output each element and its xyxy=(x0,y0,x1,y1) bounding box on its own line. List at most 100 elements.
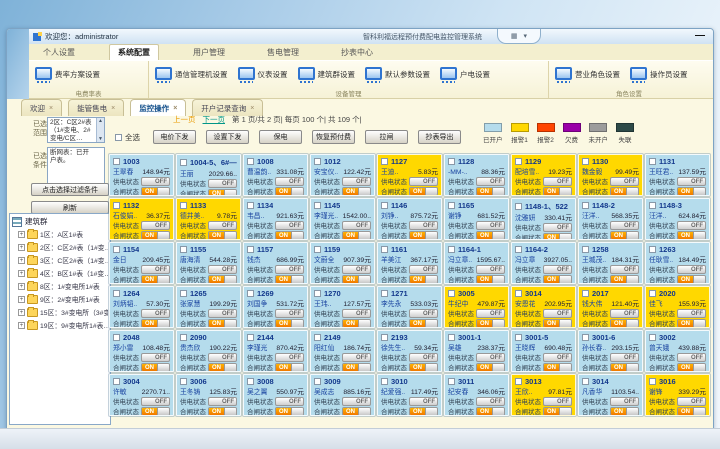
meter-card[interactable]: 2020 佳飞 155.93元 供电状态 OFF 合闸状态 ON xyxy=(645,286,710,328)
card-checkbox[interactable] xyxy=(113,378,120,385)
card-checkbox[interactable] xyxy=(247,290,254,297)
card-checkbox[interactable] xyxy=(247,334,254,341)
supply-toggle[interactable]: OFF xyxy=(543,309,572,318)
card-checkbox[interactable] xyxy=(649,246,656,253)
expand-icon[interactable]: + xyxy=(18,270,25,277)
expand-icon[interactable]: + xyxy=(18,296,25,303)
meter-card[interactable]: 3002 曾天娥 439.88元 供电状态 OFF 合闸状态 ON xyxy=(645,330,710,372)
meter-card[interactable]: 3001-6 孙长春.. 293.15元 供电状态 OFF 合闸状态 ON xyxy=(578,330,643,372)
supply-toggle[interactable]: OFF xyxy=(677,265,706,274)
meter-card[interactable]: 1271 李先永 533.03元 供电状态 OFF 合闸状态 ON xyxy=(377,286,442,328)
tree-item[interactable]: + 8区：1#变电所1#表 xyxy=(18,281,108,291)
card-checkbox[interactable] xyxy=(314,158,321,165)
gate-toggle[interactable]: ON xyxy=(208,363,237,372)
collapse-ribbon-icon[interactable]: ▾ xyxy=(524,32,528,40)
card-checkbox[interactable] xyxy=(180,378,187,385)
gate-toggle[interactable]: ON xyxy=(141,319,170,328)
card-checkbox[interactable] xyxy=(515,158,522,165)
tree-item[interactable]: + 1区：A区1#表 xyxy=(18,229,108,239)
card-checkbox[interactable] xyxy=(649,334,656,341)
meter-card[interactable]: 1145 李瑾光.. 1542.00.. 供电状态 OFF 合闸状态 ON xyxy=(310,198,375,240)
meter-card[interactable]: 1154 金日 209.45元 供电状态 OFF 合闸状态 ON xyxy=(109,242,174,284)
gate-toggle[interactable]: ON xyxy=(409,275,438,284)
card-checkbox[interactable] xyxy=(381,202,388,209)
gate-toggle[interactable]: ON xyxy=(141,363,170,372)
meter-card[interactable]: 3014 安恩花 202.95元 供电状态 OFF 合闸状态 ON xyxy=(511,286,576,328)
card-checkbox[interactable] xyxy=(381,378,388,385)
expand-icon[interactable]: + xyxy=(18,231,25,238)
close-icon[interactable]: × xyxy=(250,105,254,112)
gate-toggle[interactable]: ON xyxy=(476,187,505,196)
ribbon-tab[interactable]: 用户管理 xyxy=(185,45,233,60)
meter-card[interactable]: 3011 纪安春 346.06元 供电状态 OFF 合闸状态 ON xyxy=(444,374,509,416)
meter-card[interactable]: 2193 徐先生.. 59.34元 供电状态 OFF 合闸状态 ON xyxy=(377,330,442,372)
meter-card[interactable]: 2144 李瑾光 870.42元 供电状态 OFF 合闸状态 ON xyxy=(243,330,308,372)
supply-toggle[interactable]: OFF xyxy=(208,221,237,230)
action-button[interactable]: 恢复预付费 xyxy=(312,130,355,144)
supply-toggle[interactable]: OFF xyxy=(677,177,706,186)
supply-toggle[interactable]: OFF xyxy=(677,353,706,362)
gate-toggle[interactable]: ON xyxy=(208,189,237,197)
ribbon-tab[interactable]: 售电管理 xyxy=(259,45,307,60)
prev-page-link[interactable]: 上一页 xyxy=(173,114,196,125)
card-checkbox[interactable] xyxy=(582,290,589,297)
choose-filter-button[interactable]: 点击选择过滤条件 xyxy=(31,183,109,196)
meter-card[interactable]: 3006 王冬铸 125.83元 供电状态 OFF 合闸状态 ON xyxy=(176,374,241,416)
gate-toggle[interactable]: ON xyxy=(677,231,706,240)
gate-toggle[interactable]: ON xyxy=(208,319,237,328)
ribbon-button[interactable]: 仪表设置 xyxy=(238,67,288,83)
supply-toggle[interactable]: OFF xyxy=(476,221,505,230)
gate-toggle[interactable]: ON xyxy=(610,275,639,284)
expand-icon[interactable]: + xyxy=(18,283,25,290)
gate-toggle[interactable]: ON xyxy=(409,363,438,372)
meter-card[interactable]: 1269 刘国争 531.72元 供电状态 OFF 合闸状态 ON xyxy=(243,286,308,328)
supply-toggle[interactable]: OFF xyxy=(141,265,170,274)
card-checkbox[interactable] xyxy=(448,246,455,253)
supply-toggle[interactable]: OFF xyxy=(208,309,237,318)
supply-toggle[interactable]: OFF xyxy=(141,397,170,406)
gate-toggle[interactable]: ON xyxy=(342,363,371,372)
card-checkbox[interactable] xyxy=(448,290,455,297)
supply-toggle[interactable]: OFF xyxy=(543,223,572,232)
card-checkbox[interactable] xyxy=(448,202,455,209)
supply-toggle[interactable]: OFF xyxy=(208,353,237,362)
action-button[interactable]: 设置下发 xyxy=(206,130,249,144)
gate-toggle[interactable]: ON xyxy=(275,275,304,284)
gate-toggle[interactable]: ON xyxy=(409,187,438,196)
supply-toggle[interactable]: OFF xyxy=(476,397,505,406)
next-page-link[interactable]: 下一页 xyxy=(203,114,226,125)
meter-card[interactable]: 1270 王玮.. 127.57元 供电状态 OFF 合闸状态 ON xyxy=(310,286,375,328)
card-checkbox[interactable] xyxy=(314,290,321,297)
supply-toggle[interactable]: OFF xyxy=(610,309,639,318)
meter-card[interactable]: 1148-2 汪洋.. 568.35元 供电状态 OFF 合闸状态 ON xyxy=(578,198,643,240)
card-checkbox[interactable] xyxy=(314,202,321,209)
gate-toggle[interactable]: ON xyxy=(275,319,304,328)
expand-icon[interactable]: + xyxy=(18,322,25,329)
gate-toggle[interactable]: ON xyxy=(610,187,639,196)
meter-card[interactable]: 3016 谢锋 339.29元 供电状态 OFF 合闸状态 ON xyxy=(645,374,710,416)
supply-toggle[interactable]: OFF xyxy=(543,397,572,406)
gate-toggle[interactable]: ON xyxy=(342,187,371,196)
card-checkbox[interactable] xyxy=(247,202,254,209)
supply-toggle[interactable]: OFF xyxy=(141,221,170,230)
meter-card[interactable]: 1263 任耿雪.. 184.49元 供电状态 OFF 合闸状态 ON xyxy=(645,242,710,284)
supply-toggle[interactable]: OFF xyxy=(275,265,304,274)
expand-icon[interactable]: + xyxy=(18,244,25,251)
gate-toggle[interactable]: ON xyxy=(342,275,371,284)
ribbon-tab[interactable]: 个人设置 xyxy=(35,45,83,60)
gate-toggle[interactable]: ON xyxy=(342,319,371,328)
ribbon-button[interactable]: 户电设置 xyxy=(440,67,490,83)
meter-card[interactable]: 3014 凡香华 1103.54.. 供电状态 OFF 合闸状态 ON xyxy=(578,374,643,416)
card-checkbox[interactable] xyxy=(180,202,187,209)
supply-toggle[interactable]: OFF xyxy=(476,353,505,362)
layout-icon[interactable]: ▦ xyxy=(511,32,518,40)
card-checkbox[interactable] xyxy=(582,246,589,253)
supply-toggle[interactable]: OFF xyxy=(409,177,438,186)
document-tab[interactable]: 欢迎 × xyxy=(21,99,62,116)
tree-item[interactable]: + 9区：2#变电所1#表 xyxy=(18,294,108,304)
supply-toggle[interactable]: OFF xyxy=(677,221,706,230)
supply-toggle[interactable]: OFF xyxy=(342,353,371,362)
card-checkbox[interactable] xyxy=(113,334,120,341)
ribbon-button[interactable]: 操作员设置 xyxy=(630,67,688,83)
expand-icon[interactable]: + xyxy=(18,309,25,316)
